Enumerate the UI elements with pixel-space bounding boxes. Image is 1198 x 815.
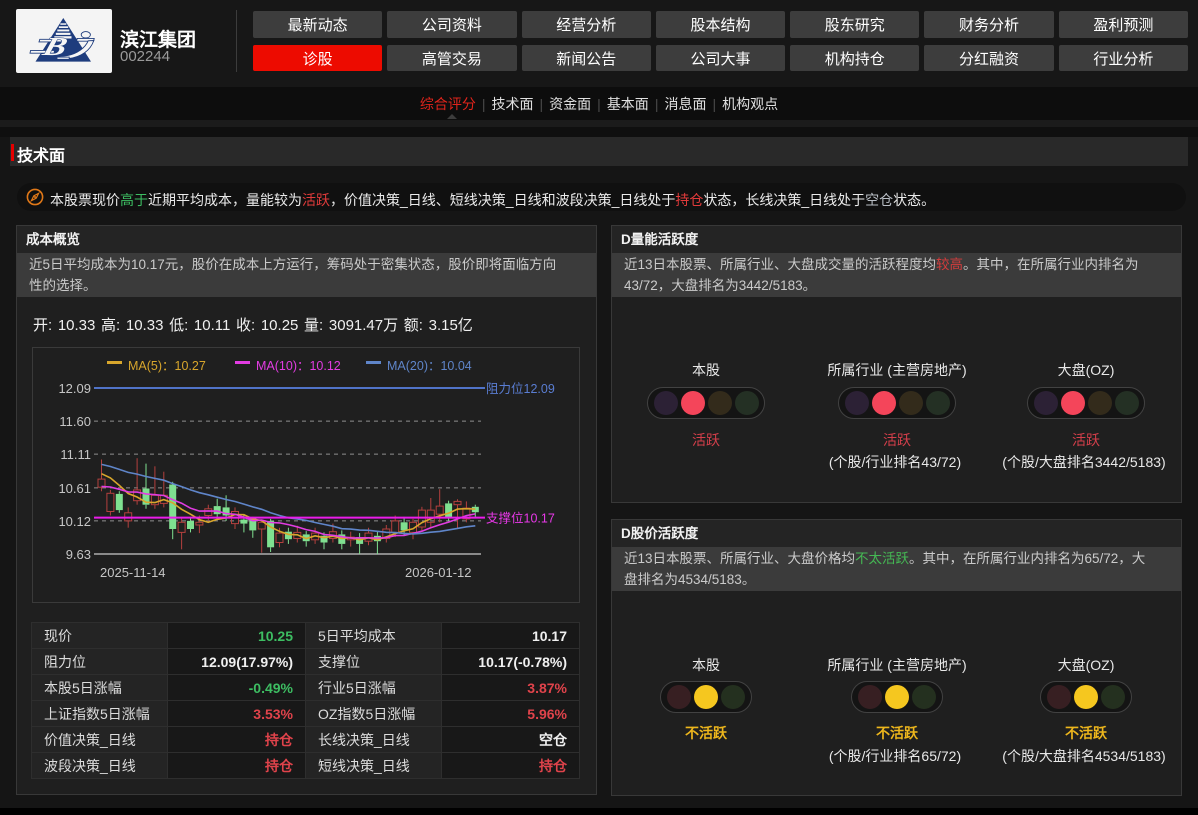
- svg-text:11.60: 11.60: [59, 414, 91, 429]
- svg-text:12.09: 12.09: [58, 381, 91, 396]
- svg-text:11.11: 11.11: [60, 447, 91, 462]
- svg-text:2026-01-12: 2026-01-12: [405, 565, 472, 580]
- svg-text:支撑位10.17: 支撑位10.17: [486, 511, 555, 526]
- svg-text:MA(5)：10.27: MA(5)：10.27: [128, 359, 206, 373]
- svg-text:MA(10)：10.12: MA(10)：10.12: [256, 359, 341, 373]
- svg-text:阻力位12.09: 阻力位12.09: [486, 381, 555, 396]
- svg-text:2025-11-14: 2025-11-14: [100, 565, 166, 580]
- svg-text:MA(20)：10.04: MA(20)：10.04: [387, 359, 472, 373]
- svg-text:10.12: 10.12: [58, 514, 91, 529]
- svg-text:10.61: 10.61: [58, 481, 91, 496]
- svg-text:9.63: 9.63: [66, 547, 91, 562]
